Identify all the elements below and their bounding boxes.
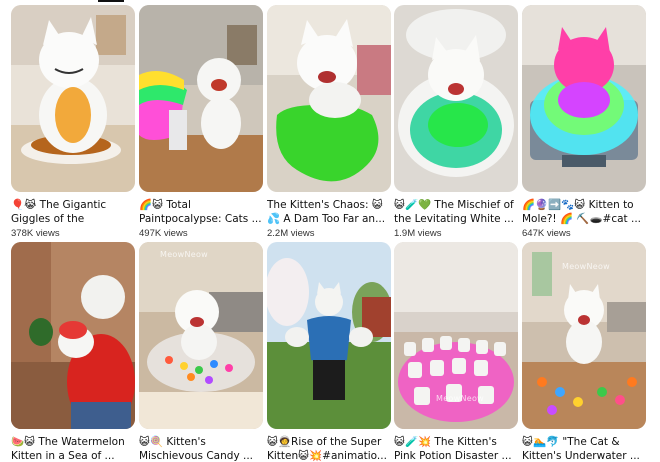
video-thumbnail[interactable]: MeowNeow <box>394 242 518 429</box>
video-title[interactable]: 🌈🔮➡️🐾😺 Kitten to Mole?! 🌈 ⛏️🕳️#cat ... <box>522 198 646 226</box>
thumbnail-image <box>267 242 391 429</box>
view-count: 2.2M views <box>267 228 315 239</box>
video-thumbnail[interactable] <box>139 5 263 192</box>
video-title[interactable]: 😺🧑‍🚀Rise of the Super Kitten😺💥#animatio.… <box>267 435 391 462</box>
scroll-indicator <box>98 0 124 2</box>
video-thumbnail[interactable] <box>139 242 263 429</box>
video-title[interactable]: 😺🍭 Kitten's Mischievous Candy ... <box>139 435 263 462</box>
view-count: 497K views <box>139 228 188 239</box>
video-title[interactable]: 🌈😺 Total Paintpocalypse: Cats ... <box>139 198 263 226</box>
watermark: MeowNeow <box>160 250 209 259</box>
view-count: 378K views <box>11 228 60 239</box>
thumbnail-image <box>522 5 646 192</box>
video-title[interactable]: The Kitten's Chaos: 😺 💦 A Dam Too Far an… <box>267 198 391 226</box>
video-thumbnail[interactable] <box>522 5 646 192</box>
view-count: 1.9M views <box>394 228 442 239</box>
watermark: MeowNeow <box>436 394 485 403</box>
video-title[interactable]: 😺🧪💚 The Mischief of the Levitating White… <box>394 198 518 226</box>
video-thumbnail[interactable]: MeowNeow <box>522 242 646 429</box>
video-thumbnail[interactable] <box>267 242 391 429</box>
thumbnail-image <box>11 242 135 429</box>
video-thumbnail[interactable] <box>11 5 135 192</box>
video-title[interactable]: 😺🏊🐬 "The Cat & Kitten's Underwater ... <box>522 435 646 462</box>
watermark: MeowNeow <box>562 262 611 271</box>
thumbnail-image <box>139 5 263 192</box>
thumbnail-image <box>394 5 518 192</box>
video-title[interactable]: 🎈😹 The Gigantic Giggles of the Inflated.… <box>11 198 135 226</box>
video-thumbnail[interactable] <box>394 5 518 192</box>
thumbnail-image <box>267 5 391 192</box>
video-thumbnail[interactable] <box>11 242 135 429</box>
shorts-grid: 🎈😹 The Gigantic Giggles of the Inflated.… <box>0 0 660 462</box>
video-title[interactable]: 🍉😺 The Watermelon Kitten in a Sea of ... <box>11 435 135 462</box>
video-title[interactable]: 😺🧪💥 The Kitten's Pink Potion Disaster ..… <box>394 435 518 462</box>
thumbnail-image <box>139 242 263 429</box>
video-thumbnail[interactable] <box>267 5 391 192</box>
view-count: 647K views <box>522 228 571 239</box>
thumbnail-image <box>11 5 135 192</box>
